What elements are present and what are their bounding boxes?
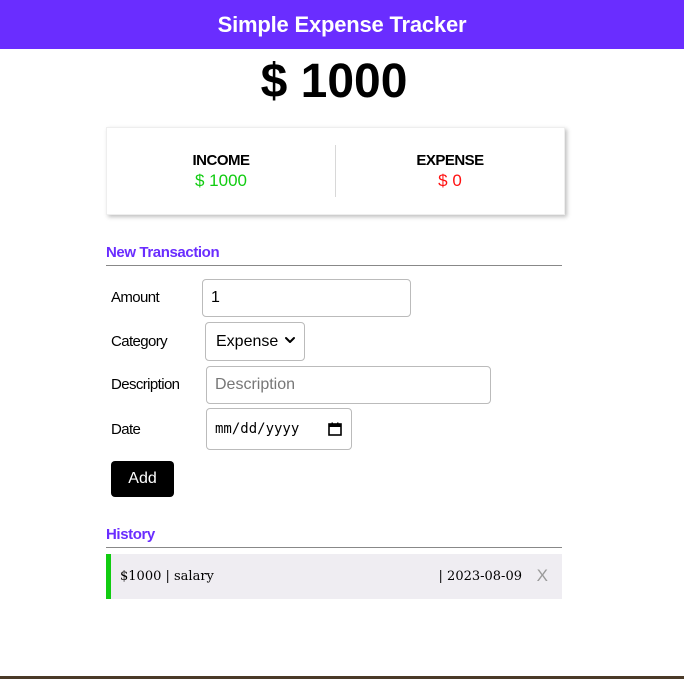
- income-summary: INCOME $ 1000: [107, 152, 335, 191]
- description-input[interactable]: [206, 366, 491, 404]
- history-item: $1000 | salary | 2023-08-09 X: [106, 554, 562, 599]
- history-amount-category: $1000 | salary: [120, 569, 214, 584]
- category-select[interactable]: Expense: [205, 322, 305, 361]
- date-placeholder: mm/dd/yyyy: [215, 421, 300, 437]
- income-label: INCOME: [192, 151, 251, 169]
- history-title: History: [106, 526, 562, 548]
- summary-card: INCOME $ 1000 EXPENSE $ 0: [106, 127, 565, 215]
- balance-total: $ 1000: [260, 55, 408, 108]
- calendar-icon[interactable]: [328, 422, 342, 436]
- app-header: Simple Expense Tracker: [0, 0, 684, 49]
- date-label: Date: [111, 421, 141, 438]
- date-input[interactable]: mm/dd/yyyy: [206, 408, 352, 450]
- expense-value: $ 0: [438, 170, 462, 190]
- app-title: Simple Expense Tracker: [217, 11, 467, 37]
- description-label: Description: [111, 376, 180, 393]
- expense-label: EXPENSE: [416, 151, 484, 169]
- chevron-down-icon: [285, 337, 295, 343]
- amount-input[interactable]: [202, 279, 411, 317]
- expense-summary: EXPENSE $ 0: [336, 152, 564, 191]
- category-selected-value: Expense: [216, 332, 279, 350]
- delete-transaction-button[interactable]: X: [537, 566, 548, 586]
- new-transaction-title: New Transaction: [106, 244, 562, 266]
- income-value: $ 1000: [195, 170, 247, 190]
- history-date: | 2023-08-09: [438, 569, 522, 584]
- category-label: Category: [111, 333, 168, 350]
- add-button[interactable]: Add: [111, 461, 174, 497]
- amount-label: Amount: [111, 289, 160, 306]
